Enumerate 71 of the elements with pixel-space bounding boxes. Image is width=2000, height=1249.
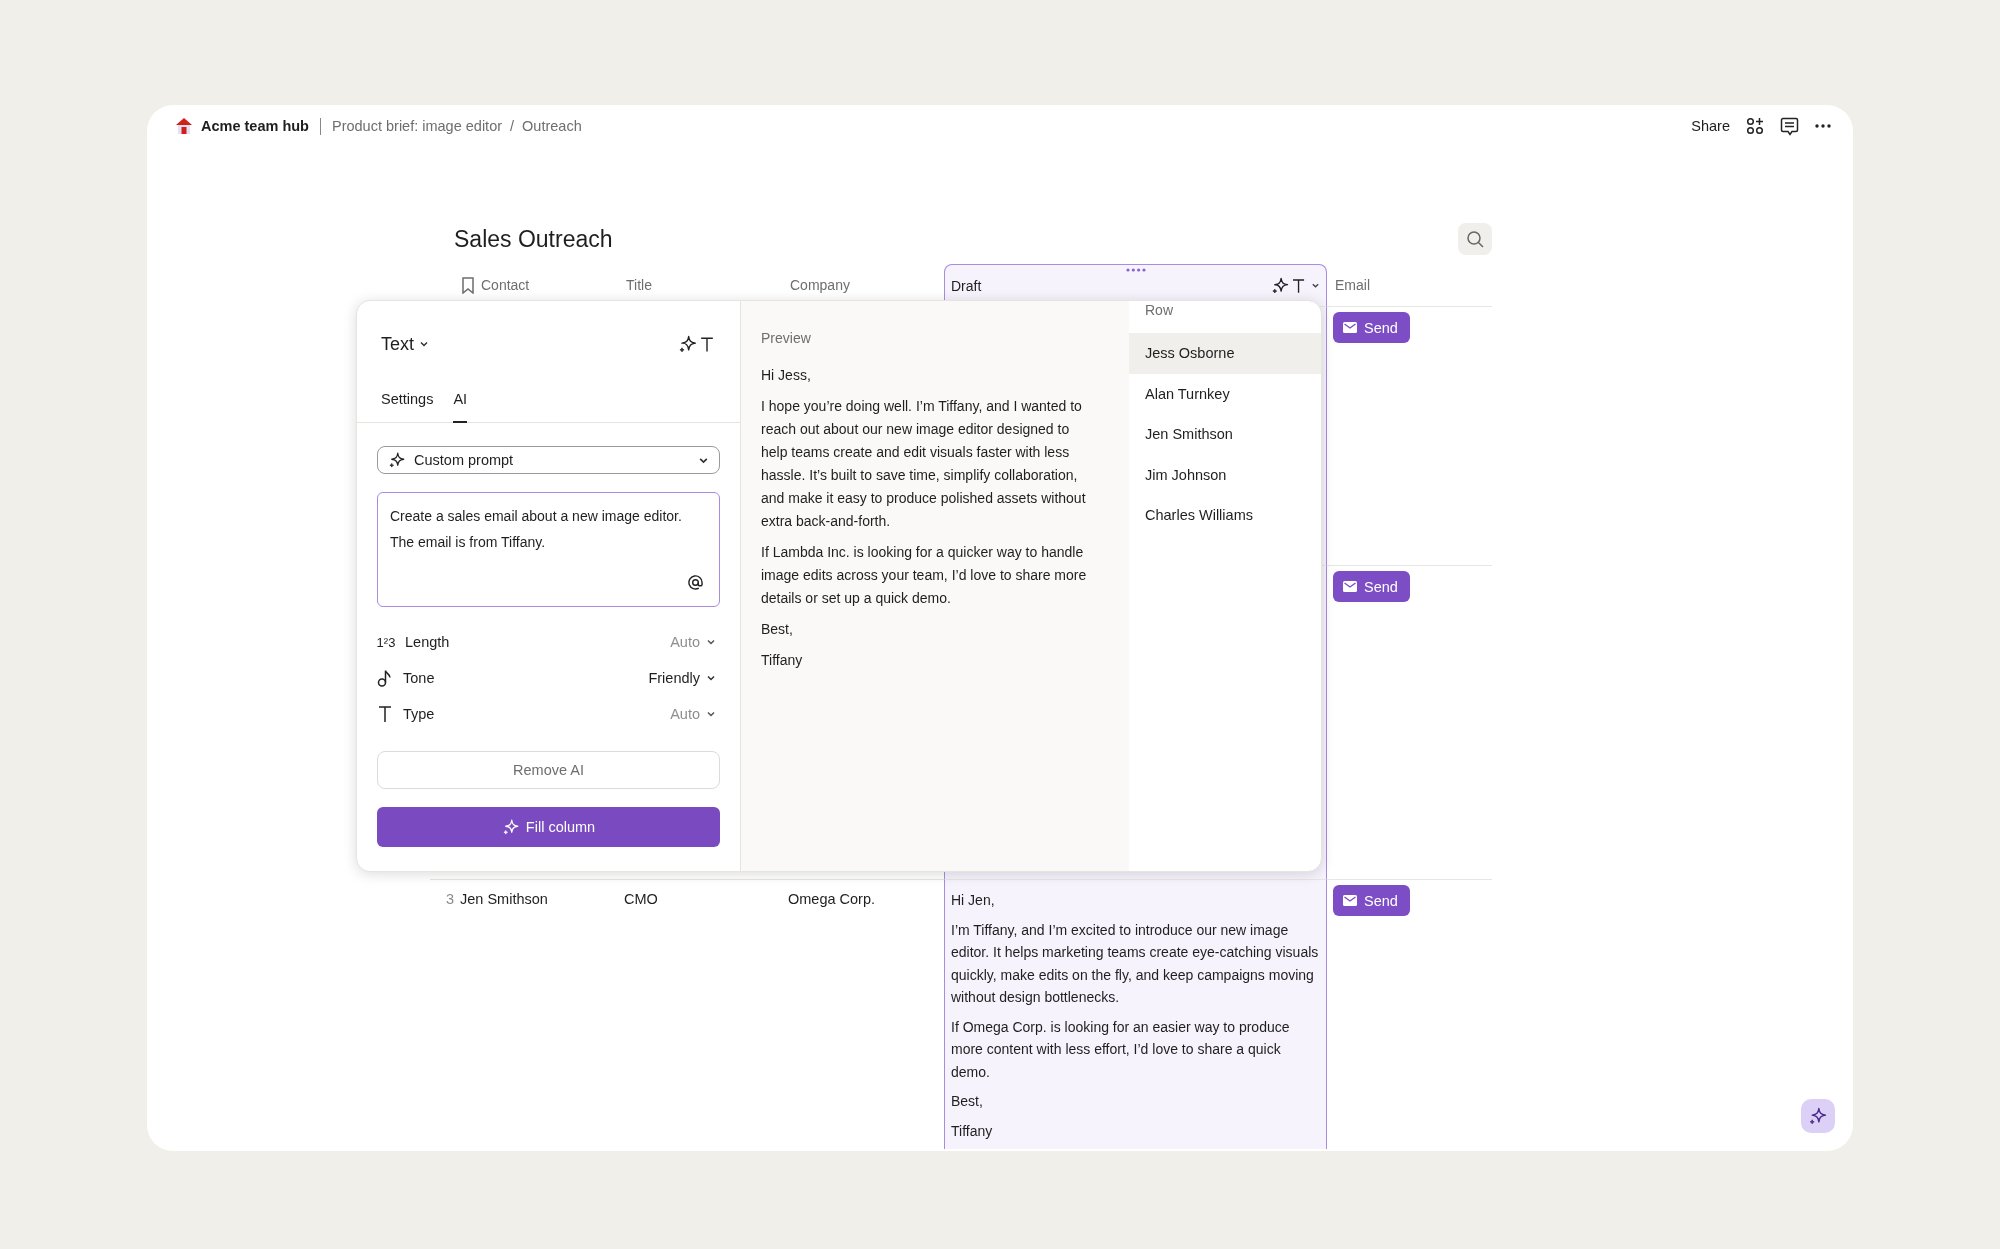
prompt-field[interactable]: Create a sales email about a new image editor. The email is from Tiffany. — [377, 492, 720, 607]
search-button[interactable] — [1458, 223, 1492, 255]
row-option[interactable]: Jen Smithson — [1129, 414, 1321, 455]
mail-icon — [1343, 322, 1357, 333]
tab[interactable]: AI — [453, 376, 468, 422]
apps-icon[interactable] — [1746, 117, 1764, 135]
column-header[interactable]: Company — [790, 277, 850, 293]
draft-paragraph: I’m Tiffany, and I’m excited to introduce our new image editor. It helps marketing teams create eye-catching visuals quickly, make edits on the fly, and keep campaigns moving without design bottlenecks. — [951, 920, 1320, 1007]
draft-paragraph: If Omega Corp. is looking for an easier way to produce more content with less effort, I’d love to share a quick demo. — [951, 1017, 1291, 1082]
caret-icon — [706, 637, 716, 647]
column-header[interactable]: Contact — [481, 277, 530, 293]
text-icon — [377, 705, 393, 723]
sparkle-icon — [501, 818, 520, 836]
column-header[interactable]: Title — [626, 277, 652, 293]
row-option[interactable]: Jim Johnson — [1129, 454, 1321, 495]
fill-column-button[interactable]: Fill column — [377, 807, 720, 847]
caret-icon — [1311, 281, 1320, 290]
caret-icon — [706, 709, 716, 719]
search-icon — [1466, 230, 1484, 248]
page-title: Sales Outreach — [454, 225, 613, 253]
draft-paragraph: Best, — [951, 1092, 984, 1111]
breadcrumb-link[interactable]: Outreach — [522, 118, 582, 134]
preview-paragraph: Hi Jess, — [761, 366, 812, 385]
table-cell: Omega Corp. — [788, 891, 876, 907]
option-label: Length — [405, 634, 451, 650]
preview-paragraph: Tiffany — [761, 651, 804, 670]
share-button[interactable]: Share — [1691, 118, 1730, 134]
preview-paragraph: If Lambda Inc. is looking for a quicker way to handle image edits across your team, I’d love to share more details or set up a quick demo. — [761, 543, 1088, 608]
row-number: 3 — [445, 891, 454, 907]
option-label: Tone — [403, 670, 436, 686]
prompt-mode-dropdown[interactable]: Custom prompt — [377, 446, 720, 474]
send-button[interactable]: Send — [1333, 885, 1410, 916]
mail-icon — [1343, 581, 1357, 592]
sparkle-icon — [388, 451, 406, 469]
bookmark-icon — [462, 276, 474, 294]
column-title: Draft — [951, 277, 982, 294]
caret-icon — [419, 339, 429, 349]
preview-paragraph: I hope you’re doing well. I’m Tiffany, and I wanted to reach out about our new image editor designed to help teams create and edit visuals faster with less hassle. It’s built to save time, simplify collaboration, and make it easy to produce polished assets without extra back-and-forth. — [761, 397, 1087, 531]
row-option[interactable]: Charles Williams — [1129, 495, 1321, 536]
table-cell: Jen Smithson — [460, 891, 548, 907]
preview-paragraph: Best, — [761, 620, 794, 639]
sparkle-text-icon — [678, 334, 716, 354]
sparkle-text-icon — [1270, 276, 1307, 295]
draft-paragraph: Hi Jen, — [951, 891, 996, 910]
sparkle-icon — [1808, 1106, 1828, 1126]
send-button[interactable]: Send — [1333, 312, 1410, 343]
comment-icon[interactable] — [1780, 116, 1799, 136]
preview-label: Preview — [761, 329, 812, 348]
breadcrumb-link[interactable]: Product brief: image editor — [332, 118, 503, 134]
column-header[interactable]: Email — [1335, 277, 1370, 293]
house-icon — [175, 117, 193, 135]
music-note-icon — [377, 669, 393, 687]
type-dropdown[interactable]: Text — [381, 333, 429, 355]
tab[interactable]: Settings — [381, 376, 434, 422]
draft-paragraph: Tiffany — [951, 1121, 994, 1141]
mention-icon[interactable] — [688, 575, 703, 590]
workspace-link[interactable]: Acme team hub — [201, 118, 309, 134]
caret-icon — [706, 673, 716, 683]
option-label: Type — [403, 706, 436, 722]
option-dropdown[interactable]: Friendly — [642, 669, 720, 687]
remove-ai-button[interactable]: Remove AI — [377, 751, 720, 789]
mail-icon — [1343, 895, 1357, 906]
send-button[interactable]: Send — [1333, 571, 1410, 602]
ai-assistant-button[interactable] — [1801, 1099, 1835, 1133]
number-icon: 1²3 — [377, 634, 395, 650]
breadcrumb-separator: / — [510, 118, 515, 134]
row-option[interactable]: Jess Osborne — [1129, 333, 1321, 374]
more-icon[interactable] — [1815, 124, 1831, 128]
table-cell: CMO — [624, 891, 658, 907]
row-option[interactable]: Alan Turnkey — [1129, 373, 1321, 414]
drag-handle-icon[interactable] — [1125, 268, 1146, 272]
